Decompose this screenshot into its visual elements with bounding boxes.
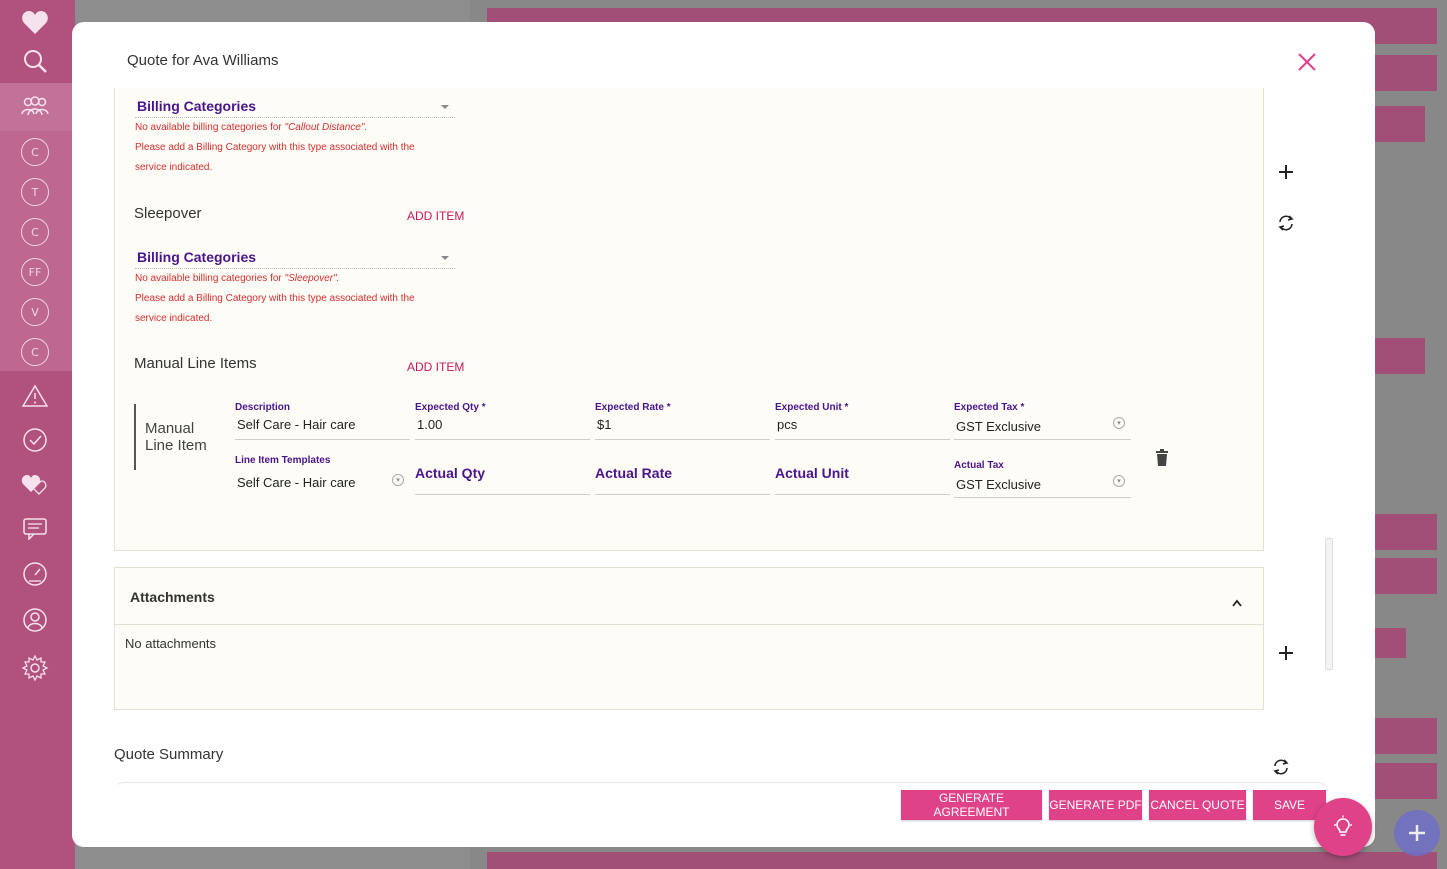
- user-profile-icon[interactable]: [17, 602, 53, 638]
- add-fab-plus-icon[interactable]: [1394, 810, 1440, 856]
- rail-badge-ff[interactable]: FF: [21, 258, 49, 286]
- quote-summary-box: [114, 782, 1328, 822]
- background-bar: [1375, 763, 1437, 799]
- rail-badge-t[interactable]: T: [21, 178, 49, 206]
- sleepover-billing-error: No available billing categories for "Sle…: [135, 273, 415, 324]
- billing-categories-select-sleepover[interactable]: Billing Categories: [135, 247, 455, 269]
- sleepover-section-title: Sleepover: [134, 205, 202, 222]
- chevron-down-icon: ▾: [1113, 417, 1125, 429]
- warning-icon[interactable]: [17, 378, 53, 414]
- add-section-plus-icon[interactable]: [1278, 164, 1294, 180]
- expected-qty-field[interactable]: Expected Qty * 1.00: [415, 402, 590, 440]
- background-bar: [1375, 718, 1437, 754]
- expected-unit-field[interactable]: Expected Unit * pcs: [775, 402, 950, 440]
- chat-icon[interactable]: [17, 510, 53, 546]
- close-icon[interactable]: [1294, 49, 1320, 75]
- rail-badge-c[interactable]: C: [21, 138, 49, 166]
- chevron-down-icon: ▾: [392, 474, 404, 486]
- settings-gear-icon[interactable]: [17, 650, 53, 686]
- expected-tax-select[interactable]: Expected Tax * GST Exclusive ▾: [954, 402, 1131, 440]
- actual-rate-field[interactable]: Actual Rate: [595, 457, 770, 495]
- delete-line-item-icon[interactable]: [1155, 449, 1169, 467]
- description-field[interactable]: Description Self Care - Hair care: [235, 402, 410, 440]
- actual-tax-select[interactable]: Actual Tax GST Exclusive ▾: [954, 460, 1131, 498]
- line-item-templates-select[interactable]: Line Item Templates Self Care - Hair car…: [235, 455, 410, 493]
- rail-badge-c[interactable]: C: [21, 218, 49, 246]
- chevron-down-icon: [441, 256, 449, 260]
- generate-pdf-button[interactable]: GENERATE PDF: [1049, 790, 1142, 820]
- search-icon[interactable]: [17, 43, 53, 79]
- background-bar: [1375, 106, 1425, 142]
- heart-icon[interactable]: [17, 4, 53, 40]
- clock-check-icon[interactable]: [17, 422, 53, 458]
- background-bar: [487, 852, 1437, 869]
- billing-categories-select-callout[interactable]: Billing Categories: [135, 96, 455, 118]
- line-item-marker: [134, 404, 136, 470]
- refresh-summary-icon[interactable]: [1272, 758, 1290, 776]
- manual-line-items-title: Manual Line Items: [134, 355, 257, 372]
- background-bar: [1375, 338, 1425, 374]
- chevron-up-icon[interactable]: [1232, 592, 1242, 607]
- sleepover-add-item-button[interactable]: ADD ITEM: [407, 209, 464, 223]
- modal-scrollbar[interactable]: [1325, 538, 1333, 670]
- quote-summary-title: Quote Summary: [114, 746, 224, 763]
- attachments-title: Attachments: [130, 589, 215, 605]
- background-bar: [1375, 558, 1437, 594]
- rail-badge-c[interactable]: C: [21, 338, 49, 366]
- actual-qty-field[interactable]: Actual Qty: [415, 457, 590, 495]
- callout-billing-error: No available billing categories for "Cal…: [135, 122, 415, 173]
- actual-unit-field[interactable]: Actual Unit: [775, 457, 950, 495]
- line-item-name: Manual Line Item: [145, 420, 207, 454]
- dashboard-gauge-icon[interactable]: [17, 556, 53, 592]
- attachments-header[interactable]: Attachments: [115, 568, 1263, 625]
- refresh-icon[interactable]: [1277, 214, 1295, 232]
- background-bar: [1375, 55, 1437, 91]
- background-bar: [1375, 514, 1437, 550]
- attachments-panel: Attachments No attachments: [114, 567, 1264, 710]
- manual-add-item-button[interactable]: ADD ITEM: [407, 360, 464, 374]
- app-sidebar: C T C FF V C: [0, 0, 75, 869]
- add-attachment-plus-icon[interactable]: [1278, 645, 1294, 661]
- attachments-empty-text: No attachments: [125, 636, 217, 651]
- chevron-down-icon: ▾: [1113, 475, 1125, 487]
- lightbulb-help-button[interactable]: [1314, 798, 1372, 856]
- expected-rate-field[interactable]: Expected Rate * $1: [595, 402, 770, 440]
- manual-line-item: Manual Line Item Description Self Care -…: [134, 402, 1174, 498]
- rail-submenu-band: [0, 131, 75, 371]
- people-icon[interactable]: [17, 89, 53, 125]
- hearts-icon[interactable]: [17, 466, 53, 502]
- generate-agreement-button[interactable]: GENERATE AGREEMENT: [901, 790, 1042, 820]
- line-items-panel: Billing Categories No available billing …: [114, 88, 1264, 551]
- rail-badge-v[interactable]: V: [21, 298, 49, 326]
- cancel-quote-button[interactable]: CANCEL QUOTE: [1149, 790, 1246, 820]
- modal-title: Quote for Ava Williams: [127, 52, 279, 69]
- quote-modal: Quote for Ava Williams Billing Categorie…: [72, 22, 1375, 847]
- chevron-down-icon: [441, 105, 449, 109]
